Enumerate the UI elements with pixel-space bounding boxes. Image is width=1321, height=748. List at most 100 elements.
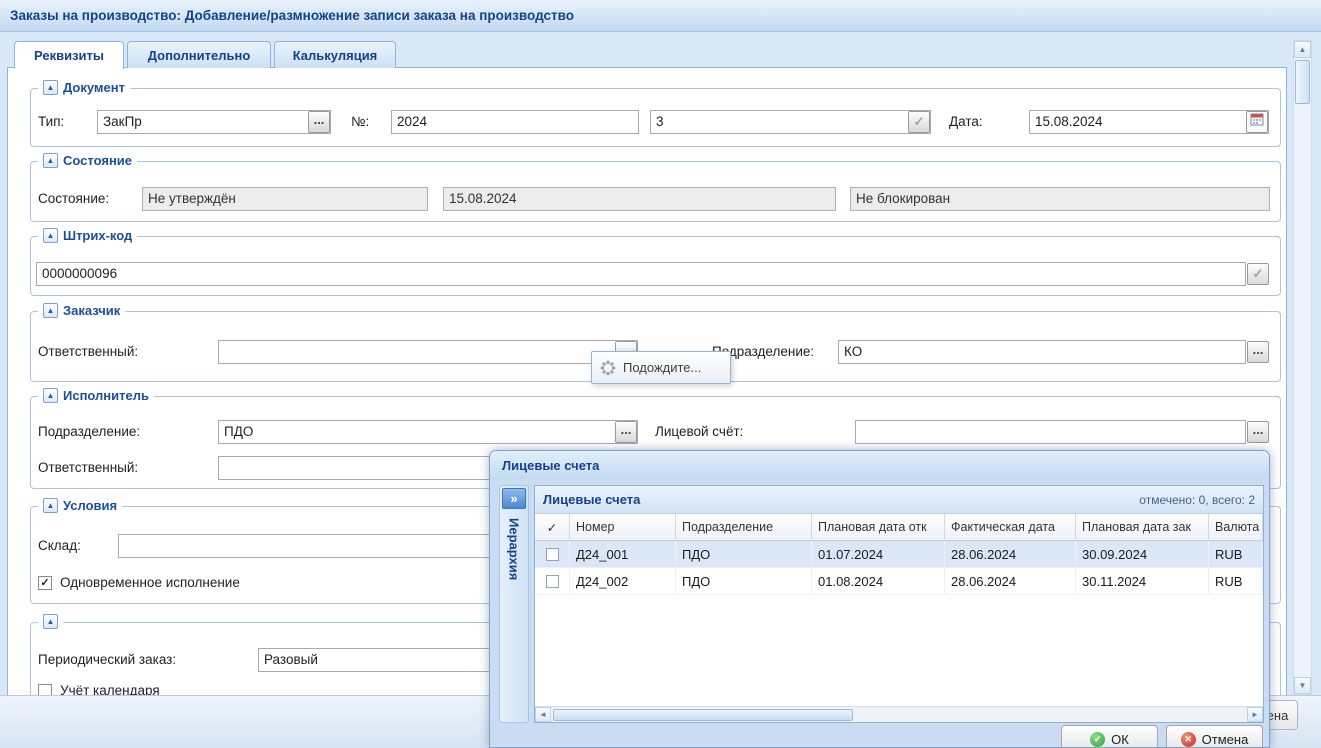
chevron-up-icon: ▲: [47, 231, 55, 240]
personal-account-label: Лицевой счёт:: [655, 420, 743, 444]
collapse-periodic-button[interactable]: ▲: [43, 614, 58, 629]
checkmark-icon: ✓: [40, 577, 49, 589]
selection-summary: отмечено: 0, всего: 2: [1139, 493, 1255, 507]
row-check-cell: [535, 541, 570, 567]
column-header-check[interactable]: ✓: [535, 514, 570, 540]
section-barcode-legend: ▲ Штрих-код: [38, 228, 137, 243]
ok-button[interactable]: ✓ ОК: [1061, 725, 1158, 748]
cancel-button[interactable]: ✕ Отмена: [1166, 725, 1263, 748]
v-scroll-thumb[interactable]: [1295, 60, 1310, 104]
section-state-title: Состояние: [63, 153, 132, 168]
number-year-input[interactable]: 2024: [391, 110, 639, 134]
check-icon: ✓: [1253, 266, 1264, 281]
ok-icon: ✓: [1090, 732, 1105, 747]
calendar-icon: [1250, 112, 1264, 126]
personal-account-input[interactable]: [855, 420, 1246, 444]
collapse-barcode-button[interactable]: ▲: [43, 228, 58, 243]
chevron-up-icon: ▲: [47, 306, 55, 315]
arrow-left-icon: ◄: [539, 710, 547, 719]
date-input[interactable]: 15.08.2024: [1029, 110, 1269, 134]
date-label: Дата:: [949, 110, 983, 134]
collapse-customer-button[interactable]: ▲: [43, 303, 58, 318]
scroll-down-button[interactable]: ▼: [1294, 677, 1311, 694]
expand-hierarchy-button[interactable]: »: [502, 488, 526, 509]
executor-division-input[interactable]: ПДО: [218, 420, 638, 444]
collapse-executor-button[interactable]: ▲: [43, 388, 58, 403]
barcode-confirm-button[interactable]: ✓: [1247, 263, 1269, 285]
scroll-right-button[interactable]: ►: [1247, 707, 1263, 722]
personal-account-lookup-button[interactable]: ...: [1247, 421, 1269, 443]
number-confirm-button[interactable]: ✓: [908, 111, 930, 133]
tab-label: Дополнительно: [148, 48, 251, 63]
scroll-left-button[interactable]: ◄: [535, 707, 551, 722]
number-input[interactable]: 3: [650, 110, 931, 134]
section-executor-title: Исполнитель: [63, 388, 149, 403]
cell-plan-open: 01.08.2024: [812, 568, 945, 594]
chevron-up-icon: ▲: [47, 83, 55, 92]
hierarchy-label: Иерархия: [507, 518, 522, 580]
column-header-number[interactable]: Номер: [570, 514, 676, 540]
date-picker-button[interactable]: [1246, 111, 1268, 133]
cell-number: Д24_002: [570, 568, 676, 594]
cell-plan-open: 01.07.2024: [812, 541, 945, 567]
hierarchy-panel: » Иерархия: [499, 485, 529, 723]
column-header-actual[interactable]: Фактическая дата: [945, 514, 1076, 540]
tab-rekvizity[interactable]: Реквизиты: [14, 41, 124, 69]
row-checkbox[interactable]: [546, 548, 559, 561]
table-row[interactable]: Д24_001 ПДО 01.07.2024 28.06.2024 30.09.…: [535, 541, 1263, 568]
executor-responsible-label: Ответственный:: [38, 456, 138, 480]
section-state-legend: ▲ Состояние: [38, 153, 137, 168]
chevron-up-icon: ▲: [47, 617, 55, 626]
column-header-currency[interactable]: Валюта: [1209, 514, 1263, 540]
chevrons-right-icon: »: [510, 491, 517, 506]
scroll-up-button[interactable]: ▲: [1294, 41, 1311, 58]
h-scroll-thumb[interactable]: [553, 709, 853, 721]
spinner-icon: [600, 360, 616, 376]
wait-popup: Подождите...: [591, 351, 731, 384]
cell-division: ПДО: [676, 568, 812, 594]
tab-dopolnitelno[interactable]: Дополнительно: [127, 41, 271, 68]
row-check-cell: [535, 568, 570, 594]
row-checkbox[interactable]: [546, 575, 559, 588]
app-window: Заказы на производство: Добавление/размн…: [0, 0, 1321, 748]
type-input[interactable]: ЗакПр: [97, 110, 331, 134]
column-header-plan-close[interactable]: Плановая дата зак: [1076, 514, 1209, 540]
customer-responsible-label: Ответственный:: [38, 340, 138, 364]
customer-division-input[interactable]: КО: [838, 340, 1246, 364]
section-customer-legend: ▲ Заказчик: [38, 303, 125, 318]
executor-division-label: Подразделение:: [38, 420, 140, 444]
ellipsis-icon: ...: [621, 422, 632, 437]
state-lock-display: Не блокирован: [850, 187, 1270, 211]
section-conditions-legend: ▲ Условия: [38, 498, 122, 513]
state-date-display: 15.08.2024: [443, 187, 836, 211]
cell-actual: 28.06.2024: [945, 541, 1076, 567]
executor-division-lookup-button[interactable]: ...: [615, 421, 637, 443]
dialog-titlebar[interactable]: Лицевые счета: [490, 451, 1269, 479]
customer-responsible-input[interactable]: [218, 340, 638, 364]
tab-kalkulyaciya[interactable]: Калькуляция: [274, 41, 396, 68]
table-row[interactable]: Д24_002 ПДО 01.08.2024 28.06.2024 30.11.…: [535, 568, 1263, 595]
type-lookup-button[interactable]: ...: [308, 111, 330, 133]
ellipsis-icon: ...: [314, 112, 325, 127]
collapse-document-button[interactable]: ▲: [43, 80, 58, 95]
customer-division-lookup-button[interactable]: ...: [1247, 341, 1269, 363]
section-periodic-legend: ▲: [38, 614, 63, 629]
cell-currency: RUB: [1209, 568, 1263, 594]
grid-header: Лицевые счета отмечено: 0, всего: 2: [535, 486, 1263, 514]
state-status-display: Не утверждён: [142, 187, 428, 211]
section-document-legend: ▲ Документ: [38, 80, 130, 95]
section-conditions-title: Условия: [63, 498, 117, 513]
collapse-state-button[interactable]: ▲: [43, 153, 58, 168]
collapse-conditions-button[interactable]: ▲: [43, 498, 58, 513]
column-headers: ✓ Номер Подразделение Плановая дата отк …: [535, 514, 1263, 541]
h-scrollbar: ◄ ►: [535, 706, 1263, 722]
state-label: Состояние:: [38, 187, 109, 211]
simultaneous-checkbox[interactable]: ✓: [38, 576, 52, 590]
warehouse-label: Склад:: [38, 534, 81, 558]
window-titlebar: Заказы на производство: Добавление/размн…: [0, 0, 1321, 32]
section-barcode-title: Штрих-код: [63, 228, 132, 243]
column-header-plan-open[interactable]: Плановая дата отк: [812, 514, 945, 540]
cell-plan-close: 30.09.2024: [1076, 541, 1209, 567]
column-header-division[interactable]: Подразделение: [676, 514, 812, 540]
barcode-input[interactable]: 0000000096: [36, 262, 1246, 286]
